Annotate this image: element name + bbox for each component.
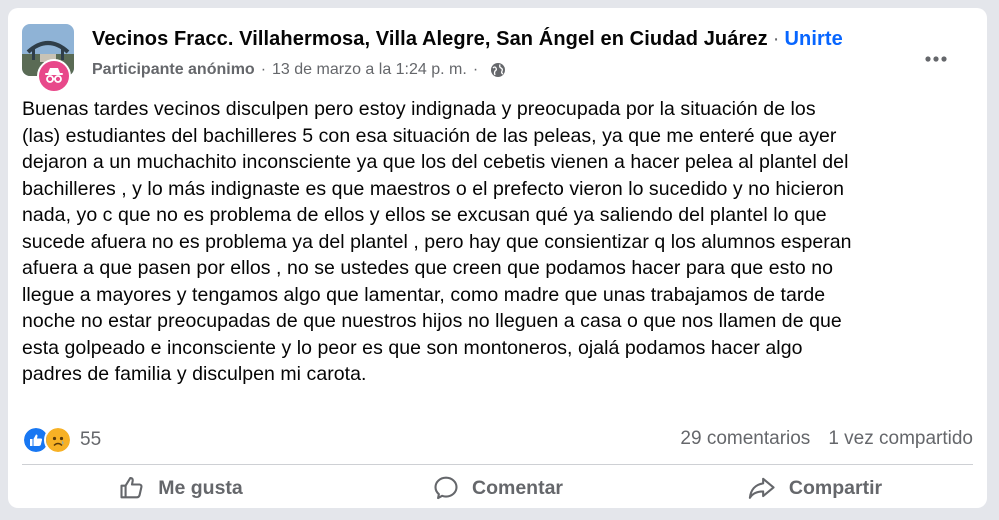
post-body-line: afuera a que pasen por ellos , no se ust… <box>22 257 834 279</box>
like-button[interactable]: Me gusta <box>22 468 339 508</box>
post-body-line: noche no estar preocupadas de que nuestr… <box>22 310 842 332</box>
author-name[interactable]: Participante anónimo <box>92 61 255 79</box>
group-name-link[interactable]: Vecinos Fracc. Villahermosa, Villa Alegr… <box>92 28 768 50</box>
post-meta: Participante anónimo · 13 de marzo a la … <box>92 61 506 79</box>
incognito-icon <box>45 68 63 83</box>
post-body-line: nada, yo c que no es problema de ellos y… <box>22 204 827 226</box>
comment-button[interactable]: Comentar <box>339 468 656 508</box>
meta-separator: · <box>260 61 267 78</box>
title-separator: · <box>772 28 780 50</box>
share-arrow-icon <box>748 477 775 499</box>
anonymous-avatar <box>37 59 71 93</box>
share-button[interactable]: Compartir <box>656 468 973 508</box>
actions-divider <box>22 464 973 465</box>
meta-separator: · <box>472 61 479 78</box>
thumbs-up-icon <box>120 477 143 499</box>
comment-label: Comentar <box>471 476 564 499</box>
share-label: Compartir <box>788 476 883 499</box>
reaction-count: 55 <box>80 429 102 450</box>
post-body-line: bachilleres , y lo más indignaste es que… <box>22 177 845 200</box>
sad-reaction-icon <box>44 426 72 454</box>
post-body-line: Buenas tardes vecinos disculpen pero est… <box>22 98 816 120</box>
comments-count-link[interactable]: 29 comentarios <box>680 428 810 450</box>
post-body-line: (las) estudiantes del bachilleres 5 con … <box>22 124 837 147</box>
post-body-line: llegue a mayores y tengamos algo que lam… <box>22 283 826 306</box>
reactions-summary[interactable]: 55 <box>22 426 101 454</box>
post-header: Vecinos Fracc. Villahermosa, Villa Alegr… <box>22 24 973 93</box>
post-body-line: padres de familia y disculpen mi carota. <box>22 363 367 385</box>
post-actions-bar: Me gusta Comentar Compartir <box>22 468 973 508</box>
post-body-line: esta golpeado e inconsciente y lo peor e… <box>22 336 803 359</box>
like-label: Me gusta <box>158 476 243 499</box>
post-body-line: sucede afuera no es problema ya del plan… <box>22 230 852 253</box>
post-title-line: Vecinos Fracc. Villahermosa, Villa Alegr… <box>92 28 843 51</box>
post-body-line: dejaron a un muchachito inconsciente ya … <box>22 151 849 173</box>
comment-bubble-icon <box>434 476 458 500</box>
post-body: Buenas tardes vecinos disculpen pero est… <box>22 96 972 388</box>
join-group-button[interactable]: Unirte <box>784 28 842 50</box>
more-options-icon[interactable] <box>919 42 953 76</box>
shares-count-link[interactable]: 1 vez compartido <box>828 428 973 450</box>
globe-icon <box>490 62 506 78</box>
post-card: Vecinos Fracc. Villahermosa, Villa Alegr… <box>8 8 987 508</box>
post-timestamp[interactable]: 13 de marzo a la 1:24 p. m. <box>272 61 467 79</box>
engagement-counts: 29 comentarios 1 vez compartido <box>680 428 973 450</box>
post-stats: 55 29 comentarios 1 vez compartido <box>22 426 973 454</box>
